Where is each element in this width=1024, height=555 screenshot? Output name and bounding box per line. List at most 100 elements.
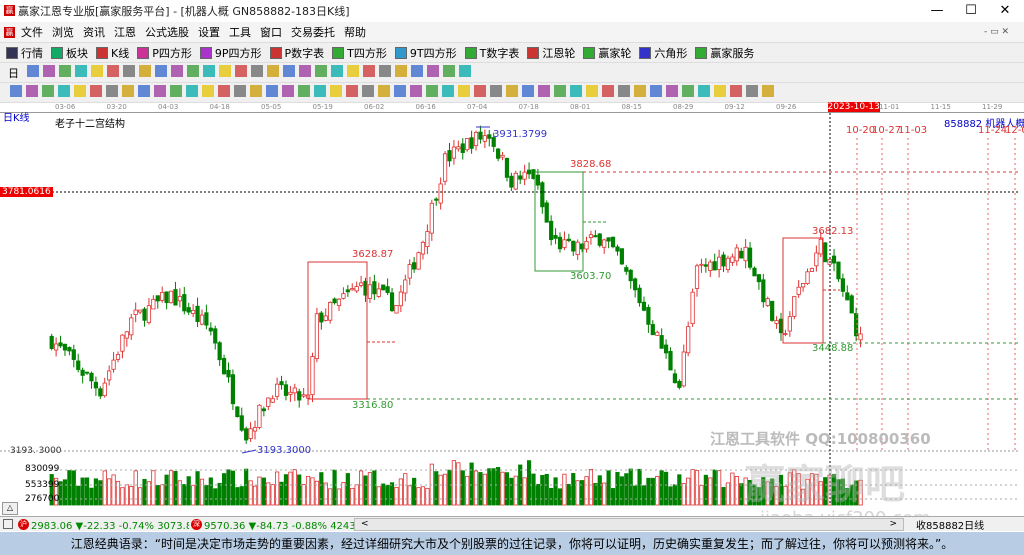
candle-body	[84, 371, 90, 374]
candle-body	[469, 137, 474, 149]
candle-body	[818, 238, 823, 255]
candle-body	[398, 291, 403, 307]
candle-body	[186, 307, 191, 313]
watermark-logo: 赢家聊吧	[745, 462, 905, 508]
candle-body	[456, 146, 461, 150]
candle-body	[341, 293, 346, 299]
candle-body	[619, 248, 624, 265]
volume-bar	[624, 473, 629, 506]
volume-bar	[182, 484, 187, 506]
candle-body	[801, 283, 806, 288]
candle-body	[98, 388, 103, 397]
candle-body	[734, 247, 739, 262]
candle-body	[721, 254, 726, 267]
candle-body	[54, 343, 59, 351]
volume-bar	[217, 482, 222, 506]
candle-body	[858, 333, 863, 341]
candle-body	[756, 274, 762, 283]
candle-body	[831, 255, 837, 264]
calculator-icon[interactable]	[3, 519, 13, 529]
volume-bar	[478, 472, 483, 506]
candle-body	[836, 261, 841, 280]
candle-body	[248, 428, 253, 439]
candle-body	[230, 374, 236, 405]
volume-bar	[588, 468, 594, 506]
candle-body	[350, 288, 355, 291]
candle-body	[708, 261, 713, 271]
volume-bar	[447, 469, 452, 506]
candle-body	[602, 239, 607, 248]
candle-body	[160, 292, 165, 301]
candle-body	[451, 146, 457, 159]
candle-body	[460, 143, 465, 153]
candle-body	[416, 252, 421, 270]
candle-body	[177, 296, 182, 302]
volume-bar	[646, 477, 651, 506]
candle-body	[663, 344, 669, 354]
scroll-right-icon: >	[889, 518, 897, 529]
volume-bar	[301, 484, 306, 506]
volume-bar	[544, 473, 549, 506]
volume-bar	[226, 469, 231, 506]
volume-bar	[328, 488, 333, 506]
volume-bar	[513, 475, 518, 506]
candle-body	[155, 295, 160, 302]
candle-body	[593, 235, 598, 238]
volume-bar	[62, 479, 68, 506]
candle-body	[650, 324, 655, 336]
sh-index-quote[interactable]: 2983.06 ▼-22.33 -0.74% 3073.88亿	[31, 517, 189, 532]
volume-bar	[155, 485, 160, 506]
collapse-button[interactable]: △	[2, 502, 18, 515]
volume-bar	[416, 487, 421, 506]
volume-bar	[650, 477, 655, 506]
candle-body	[562, 239, 567, 248]
volume-bar	[350, 487, 355, 506]
volume-bar	[257, 476, 262, 506]
candle-body	[787, 316, 792, 332]
volume-bar	[394, 486, 399, 506]
candle-body	[49, 335, 54, 349]
volume-bar	[434, 471, 439, 506]
watermark: 江恩工具软件 QQ:100800360	[710, 430, 931, 448]
volume-bar	[102, 470, 107, 506]
candle-body	[124, 331, 129, 339]
candle-body	[628, 269, 633, 282]
candle-body	[173, 289, 178, 306]
volume-bar	[456, 462, 461, 506]
candle-body	[730, 256, 735, 263]
candle-body	[615, 246, 620, 252]
scroll-left-icon: <	[361, 518, 369, 529]
volume-bar	[93, 478, 98, 506]
horizontal-scrollbar[interactable]: < >	[354, 517, 904, 531]
candle-body	[111, 359, 116, 370]
candle-body	[58, 342, 63, 347]
candle-body	[71, 349, 76, 360]
candle-body	[142, 308, 147, 321]
volume-bar	[310, 477, 315, 506]
volume-bar	[509, 477, 514, 506]
candle-body	[213, 328, 218, 344]
volume-bar	[553, 477, 558, 506]
future-date: 10-20	[846, 125, 876, 136]
volume-bar	[659, 470, 664, 506]
volume-bar	[549, 487, 554, 506]
volume-bar	[628, 468, 633, 506]
volume-bar	[739, 483, 744, 506]
volume-bar	[619, 476, 624, 506]
candle-body	[805, 271, 810, 284]
candle-body	[606, 237, 611, 242]
low-label: 3193.3000	[257, 445, 312, 456]
candle-body	[496, 148, 501, 159]
volume-tick: 830099	[25, 464, 60, 474]
volume-bar	[637, 468, 642, 506]
volume-bar	[266, 482, 271, 506]
candle-body	[354, 286, 359, 292]
volume-bar	[168, 470, 174, 506]
volume-bar	[84, 477, 90, 506]
candle-body	[703, 264, 708, 267]
candle-body	[376, 288, 381, 297]
candle-body	[239, 415, 244, 431]
candle-body	[389, 292, 395, 312]
sz-index-quote[interactable]: 9570.36 ▼-84.73 -0.88% 4243.33亿	[204, 517, 354, 532]
candle-body	[686, 326, 691, 354]
